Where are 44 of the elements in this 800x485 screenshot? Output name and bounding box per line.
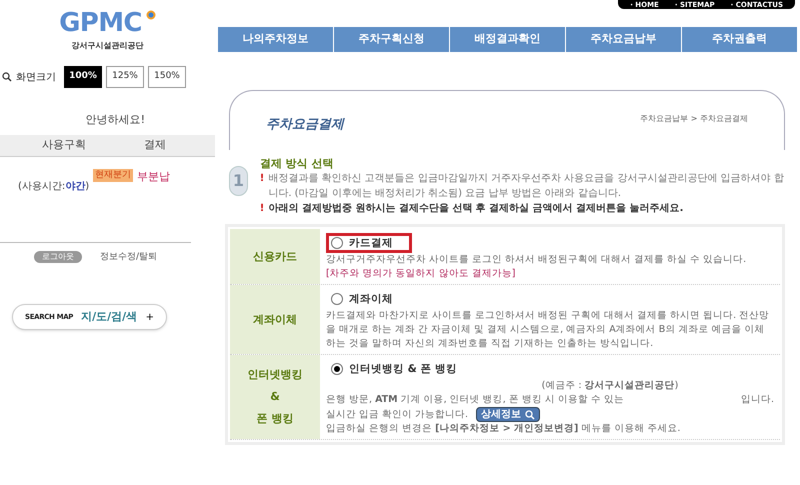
search-map-title: 지/도/검/색 xyxy=(81,308,138,325)
notice-text: 배정결과를 확인하신 고객분들은 입금마감일까지 거주자우선주차 사용요금을 강서구시설관리공단에 입금하셔야 합니다. (마감일 이후에는 배정처리가 취소됨) 요금 납부 방법은 아래와 같습니다. xyxy=(268,172,785,201)
quarter-badge: 현재분기 xyxy=(93,168,134,182)
step-number-icon: 1 xyxy=(229,166,248,196)
notice-text: 아래의 결제방법중 원하시는 결제수단을 선택 후 결제하실 금액에서 결제버튼을 눌러주세요. xyxy=(268,202,684,216)
description-text: 입금하실 은행의 변경은 [나의주차정보 > 개인정보변경] 메뉴를 이용해 주세요. xyxy=(326,422,682,436)
method-option[interactable]: 카드결제 xyxy=(326,233,412,253)
description-text: 입니다. xyxy=(740,393,774,407)
method-option[interactable]: 인터넷뱅킹 & 폰 뱅킹 xyxy=(326,359,462,379)
greeting-text: 안녕하세요! xyxy=(86,112,145,128)
zoom-option[interactable]: 150% xyxy=(148,66,186,88)
logo-text: GPMC xyxy=(59,10,142,36)
zoom-option[interactable]: 125% xyxy=(106,66,144,88)
exclamation-icon: ! xyxy=(260,171,264,201)
radio-button[interactable] xyxy=(331,363,343,375)
description-text: 은행 방문, ATM 기계 이용, 인터넷 뱅킹, 폰 뱅킹 시 이용할 수 있는 xyxy=(326,393,624,407)
description-text: 실시간 입금 확인이 가능합니다. xyxy=(326,408,468,422)
payment-status: 부분납 xyxy=(137,168,170,184)
method-label: 인터넷뱅킹 & 폰 뱅킹 xyxy=(230,355,320,439)
step-title: 결제 방식 선택 xyxy=(260,156,334,171)
exclamation-icon: ! xyxy=(260,201,264,216)
column-header: 사용구획 xyxy=(42,136,87,153)
zoom-label: 화면크기 xyxy=(16,70,56,84)
breadcrumb: 주차요금납부 > 주차요금결제 xyxy=(640,113,748,125)
search-icon xyxy=(525,410,536,420)
method-label: 계좌이체 xyxy=(230,285,320,354)
note-text: [차주와 명의가 동일하지 않아도 결제가능] xyxy=(326,267,516,281)
radio-button[interactable] xyxy=(331,237,343,249)
page-title: 주차요금결제 xyxy=(266,116,344,134)
detail-button[interactable]: 상세정보 xyxy=(476,407,540,422)
method-label: 신용카드 xyxy=(230,229,320,284)
method-option[interactable]: 계좌이체 xyxy=(326,289,398,309)
column-header: 결제 xyxy=(144,136,166,153)
organization-name: 강서구시설관리공단 xyxy=(72,40,144,52)
magnifier-icon xyxy=(2,72,12,82)
description-text: 카드결제와 마찬가지로 사이트를 로그인하셔서 배정된 구획에 대해서 결제를 하시면 됩니다. 전산망을 매개로 하는 계좌 간 자금이체 및 결제 시스템으로, 예금자의 A계좌에서 B의 계좌로 예금을 이체하는 것을 말하며 자신의 계좌번호를 직접 기재하는 인출하는 방식입니다. xyxy=(326,309,770,351)
logo-mark-icon xyxy=(146,10,156,20)
usage-period: (사용시간:야간) xyxy=(18,180,90,194)
edit-profile-link[interactable]: 정보수정/탈퇴 xyxy=(100,250,158,264)
radio-button[interactable] xyxy=(331,293,343,305)
plus-text: + xyxy=(146,310,154,324)
account-holder-text: (예금주 : 강서구시설관리공단) xyxy=(542,379,678,393)
description-text: 강서구거주자우선주차 사이트를 로그인 하셔서 배정된구획에 대해서 결제를 하실 수 있습니다. xyxy=(326,253,748,267)
zoom-option[interactable]: 100% xyxy=(64,66,102,88)
